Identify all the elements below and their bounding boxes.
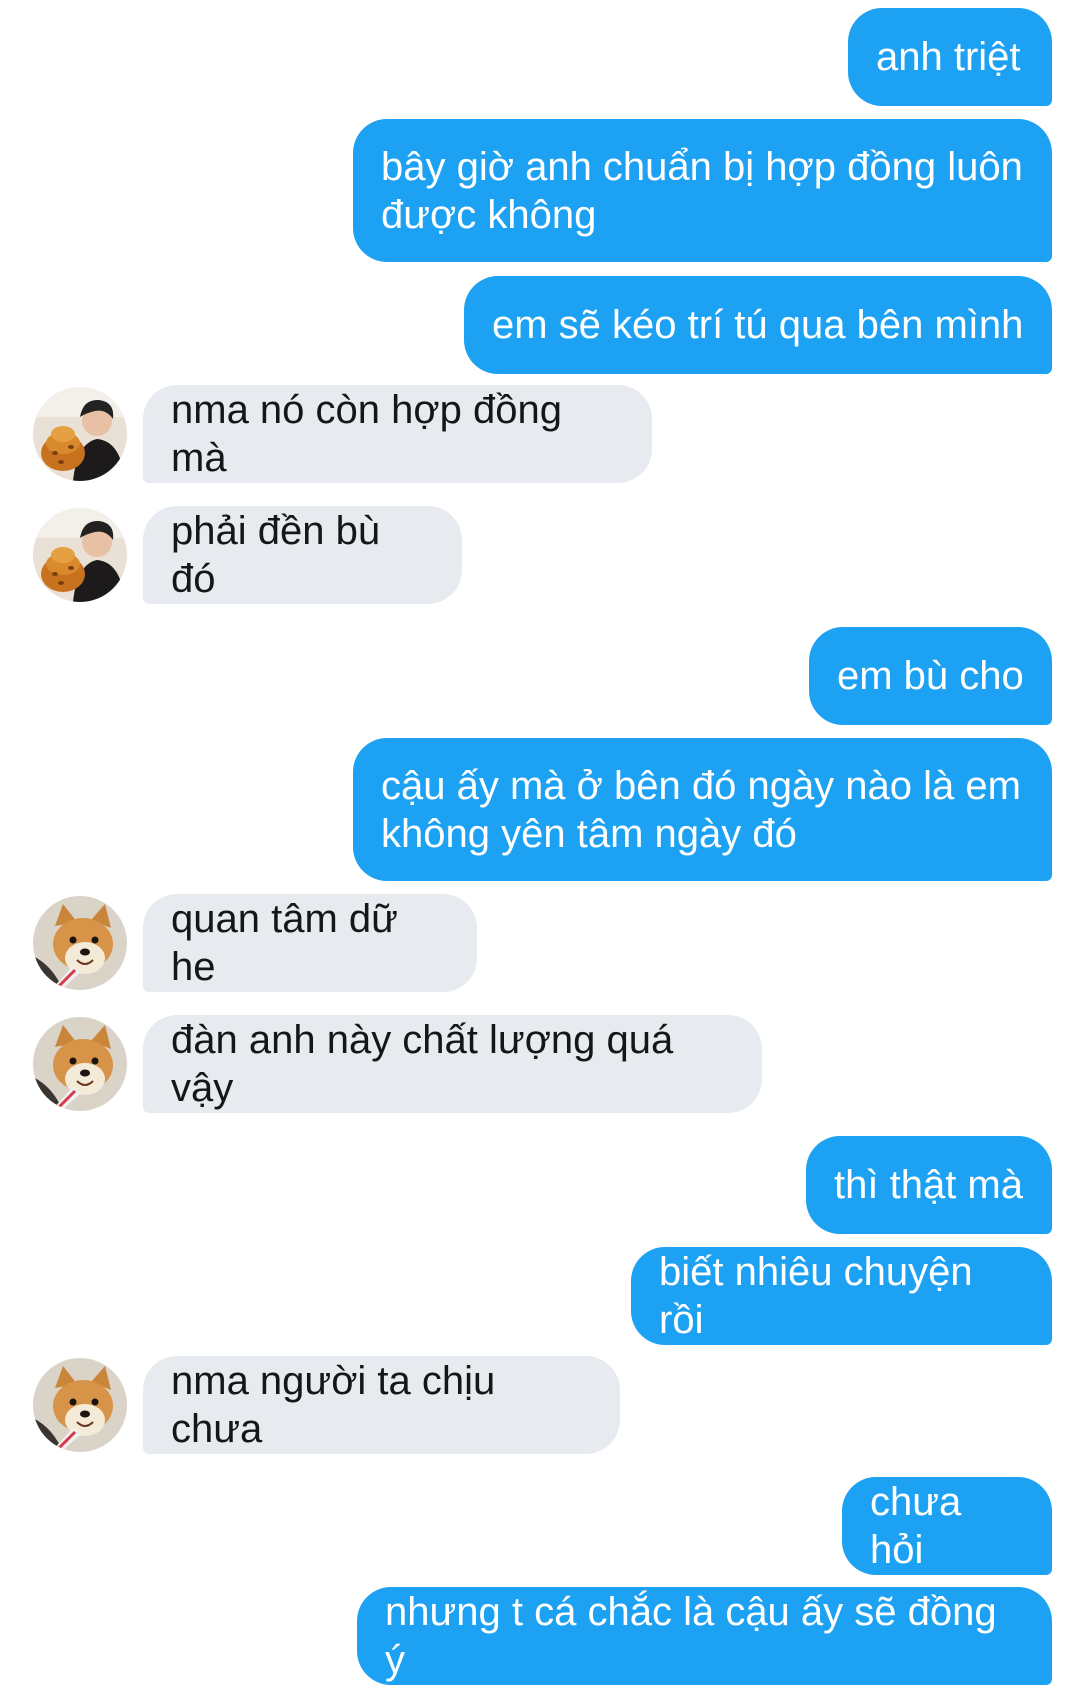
message-text: đàn anh này chất lượng quá vậy — [171, 1018, 685, 1110]
outgoing-message-bubble[interactable]: nhưng t cá chắc là cậu ấy sẽ đồng ý — [357, 1587, 1052, 1685]
man-with-food-avatar-image — [33, 387, 127, 481]
outgoing-message-bubble[interactable]: biết nhiêu chuyện rồi — [631, 1247, 1052, 1345]
shiba-dog-avatar-image — [33, 1017, 127, 1111]
shiba-dog-avatar[interactable] — [33, 1017, 127, 1111]
outgoing-message-bubble[interactable]: em bù cho — [809, 627, 1052, 725]
message-text: nhưng t cá chắc là cậu ấy sẽ đồng ý — [385, 1590, 1008, 1682]
message-text: biết nhiêu chuyện rồi — [659, 1250, 984, 1342]
outgoing-message-bubble[interactable]: anh triệt — [848, 8, 1052, 106]
man-with-food-avatar-image — [33, 508, 127, 602]
message-text: phải đền bù đó — [171, 509, 392, 601]
message-text: anh triệt — [876, 35, 1021, 79]
message-text: cậu ấy mà ở bên đó ngày nào là em không … — [381, 763, 1021, 856]
incoming-message-bubble[interactable]: đàn anh này chất lượng quá vậy — [143, 1015, 762, 1113]
incoming-message-bubble[interactable]: phải đền bù đó — [143, 506, 462, 604]
incoming-message-bubble[interactable]: nma nó còn hợp đồng mà — [143, 385, 652, 483]
incoming-message-bubble[interactable]: quan tâm dữ he — [143, 894, 477, 992]
outgoing-message-bubble[interactable]: chưa hỏi — [842, 1477, 1052, 1575]
message-text: quan tâm dữ he — [171, 897, 410, 989]
message-text: em bù cho — [837, 654, 1024, 698]
shiba-dog-avatar-image — [33, 896, 127, 990]
man-with-food-avatar[interactable] — [33, 387, 127, 481]
outgoing-message-bubble[interactable]: thì thật mà — [806, 1136, 1052, 1234]
shiba-dog-avatar[interactable] — [33, 1358, 127, 1452]
outgoing-message-bubble[interactable]: em sẽ kéo trí tú qua bên mình — [464, 276, 1052, 374]
message-text: thì thật mà — [834, 1163, 1023, 1207]
conversation-thread[interactable]: anh triệt bây giờ anh chuẩn bị hợp đồng … — [0, 0, 1080, 1689]
message-text: bây giờ anh chuẩn bị hợp đồng luôn được … — [381, 144, 1023, 237]
man-with-food-avatar[interactable] — [33, 508, 127, 602]
incoming-message-bubble[interactable]: nma người ta chịu chưa — [143, 1356, 620, 1454]
message-text: chưa hỏi — [870, 1480, 973, 1572]
message-text: nma nó còn hợp đồng mà — [171, 388, 574, 480]
outgoing-message-bubble[interactable]: cậu ấy mà ở bên đó ngày nào là em không … — [353, 738, 1052, 881]
shiba-dog-avatar[interactable] — [33, 896, 127, 990]
shiba-dog-avatar-image — [33, 1358, 127, 1452]
message-text: em sẽ kéo trí tú qua bên mình — [492, 303, 1024, 347]
message-text: nma người ta chịu chưa — [171, 1359, 507, 1451]
outgoing-message-bubble[interactable]: bây giờ anh chuẩn bị hợp đồng luôn được … — [353, 119, 1052, 262]
